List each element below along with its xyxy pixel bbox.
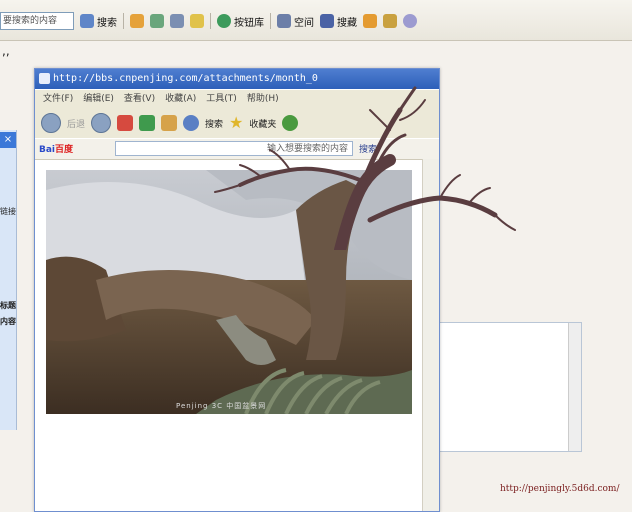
- highlight-icon[interactable]: [363, 14, 377, 28]
- bonsai-branches: [214, 86, 516, 250]
- magnifier-icon: [80, 14, 94, 28]
- footer-url[interactable]: http://penjingly.5d6d.com/: [500, 484, 620, 494]
- baidu-logo: Bai百度: [39, 142, 73, 155]
- space-button[interactable]: 空间: [277, 14, 314, 29]
- close-icon[interactable]: ×: [0, 132, 16, 148]
- globe-icon: [217, 14, 231, 28]
- background-toolbar: 要搜索的内容 搜索 按钮库 空间 搜藏: [0, 0, 632, 41]
- photo-caption: Penjing 3C 中国盆景网: [176, 401, 266, 410]
- back-icon[interactable]: [41, 113, 61, 133]
- pencil-icon[interactable]: [383, 14, 397, 28]
- panel-label-content: 内容: [0, 317, 16, 326]
- separator: [270, 13, 271, 29]
- refresh-icon[interactable]: [139, 115, 156, 131]
- left-side-panel: × 链接 标题 内容: [0, 130, 17, 430]
- text-icon[interactable]: [190, 14, 204, 28]
- separator: [210, 13, 211, 29]
- textarea-scrollbar[interactable]: [568, 323, 581, 451]
- forward-icon[interactable]: [91, 113, 112, 133]
- image-icon[interactable]: [150, 14, 164, 28]
- back-label[interactable]: 后退: [67, 117, 85, 130]
- menu-favorites[interactable]: 收藏(A): [165, 90, 196, 108]
- space-icon: [277, 14, 291, 28]
- bookmark-label: 按钮库: [234, 17, 264, 29]
- tool-icon[interactable]: [130, 14, 144, 28]
- separator: [123, 13, 124, 29]
- background-search-button[interactable]: 搜索: [80, 14, 117, 29]
- baidu-logo-text: Bai: [39, 145, 56, 155]
- grid-icon[interactable]: [170, 14, 184, 28]
- search-icon: [183, 115, 200, 131]
- menu-file[interactable]: 文件(F): [43, 90, 73, 108]
- collect-button[interactable]: 搜藏: [320, 14, 357, 29]
- panel-label-link: 链接: [0, 207, 16, 216]
- ie-icon: [39, 73, 50, 84]
- collect-label: 搜藏: [337, 17, 357, 29]
- home-icon[interactable]: [161, 115, 178, 131]
- space-label: 空间: [294, 17, 314, 29]
- collect-icon: [320, 14, 334, 28]
- background-page-text: ,,: [2, 44, 10, 58]
- menu-edit[interactable]: 编辑(E): [83, 90, 114, 108]
- panel-label-title: 标题: [0, 301, 16, 310]
- stop-icon[interactable]: [117, 115, 134, 131]
- bookmark-library-button[interactable]: 按钮库: [217, 14, 264, 29]
- background-textarea[interactable]: [432, 322, 582, 452]
- menu-view[interactable]: 查看(V): [124, 90, 155, 108]
- baidu-logo-accent: 百度: [55, 145, 74, 155]
- background-search-input[interactable]: 要搜索的内容: [0, 12, 74, 30]
- gear-icon[interactable]: [403, 14, 417, 28]
- search-label: 搜索: [97, 17, 117, 29]
